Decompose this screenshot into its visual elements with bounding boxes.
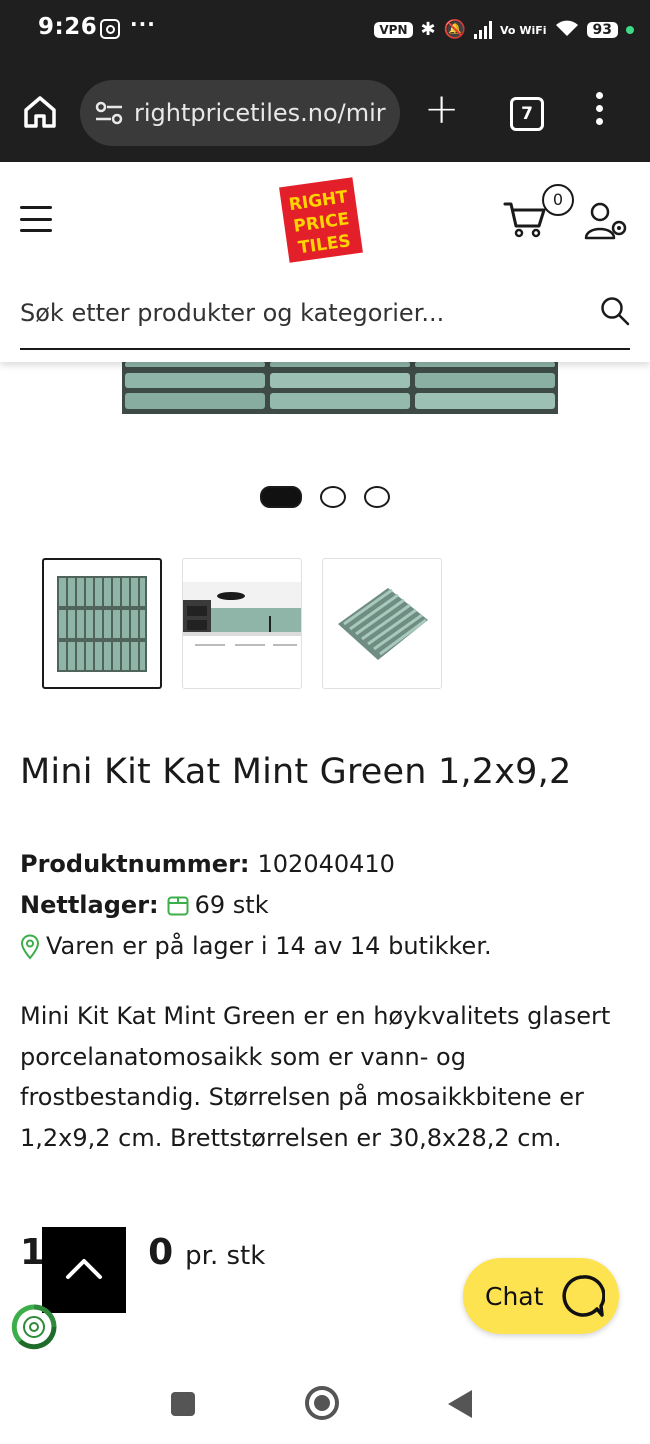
slider-dot-1[interactable] [260, 486, 302, 508]
browser-toolbar: rightpricetiles.no/mir + 7 [0, 60, 650, 162]
price-unit: pr. stk [185, 1241, 266, 1271]
product-number-value: 102040410 [257, 850, 395, 878]
product-main-image [122, 362, 558, 414]
thumbnail-angled-image [338, 587, 428, 660]
product-number-row: Produktnummer: 102040410 [20, 844, 492, 885]
product-meta: Produktnummer: 102040410 Nettlager: 69 s… [20, 844, 492, 967]
recycle-badge-icon[interactable] [10, 1303, 58, 1351]
status-more: ··· [130, 12, 156, 36]
chevron-up-icon [66, 1259, 102, 1279]
back-button[interactable] [448, 1390, 472, 1418]
url-text: rightpricetiles.no/mir [134, 99, 386, 127]
slider-dot-2[interactable] [320, 486, 346, 508]
stock-row: Nettlager: 69 stk [20, 885, 492, 926]
instagram-icon [100, 19, 120, 39]
box-icon [167, 896, 189, 915]
stock-value: 69 stk [194, 891, 269, 919]
battery-level: 93 [586, 22, 618, 38]
cart-count-badge[interactable]: 0 [542, 184, 574, 216]
status-time: 9:26 [38, 14, 98, 40]
chat-bubble-icon [562, 1275, 605, 1317]
bluetooth-icon: ✱ [420, 19, 436, 40]
status-indicators: VPN ✱ 🔕 Vo WiFi 93 [374, 16, 634, 44]
site-header: RIGHT PRICE TILES 0 [0, 162, 650, 362]
slider-pagination [0, 486, 650, 508]
product-title: Mini Kit Kat Mint Green 1,2x9,2 [20, 752, 572, 792]
wifi-icon [555, 19, 579, 42]
product-number-label: Produktnummer: [20, 850, 250, 878]
home-icon[interactable] [22, 94, 58, 130]
muted-bell-icon: 🔕 [443, 19, 467, 40]
new-tab-button[interactable]: + [424, 88, 459, 130]
search-icon[interactable] [600, 296, 630, 326]
thumbnail-kitchen-image [183, 581, 301, 666]
privacy-dot-icon [626, 26, 634, 34]
thumbnail-mosaic-sheet[interactable] [42, 558, 162, 689]
cart-icon[interactable] [503, 198, 547, 238]
browser-menu-button[interactable] [596, 92, 603, 125]
site-logo[interactable]: RIGHT PRICE TILES [277, 175, 365, 265]
vpn-badge: VPN [374, 22, 413, 38]
thumbnail-kitchen-scene[interactable] [182, 558, 302, 689]
store-availability-row[interactable]: Varen er på lager i 14 av 14 butikker. [20, 926, 492, 967]
hamburger-menu-icon[interactable] [20, 206, 52, 232]
location-pin-icon [20, 934, 40, 960]
chat-label: Chat [485, 1281, 544, 1311]
system-navigation-bar [0, 1364, 650, 1444]
site-settings-icon[interactable] [94, 101, 124, 125]
slider-dot-3[interactable] [364, 486, 390, 508]
address-bar[interactable]: rightpricetiles.no/mir [80, 80, 400, 146]
chat-button[interactable]: Chat [463, 1258, 619, 1334]
thumbnail-mosaic-image [57, 575, 147, 672]
home-button[interactable] [305, 1386, 339, 1420]
product-image-slider[interactable] [0, 362, 650, 542]
stock-label: Nettlager: [20, 891, 159, 919]
tab-switcher-button[interactable]: 7 [510, 97, 544, 131]
recent-apps-button[interactable] [171, 1392, 195, 1416]
signal-icon [474, 21, 493, 39]
search-bar [20, 284, 630, 350]
vowifi-label: Vo WiFi [500, 23, 547, 37]
status-bar: 9:26 ··· VPN ✱ 🔕 Vo WiFi 93 [0, 0, 650, 60]
scroll-to-top-button[interactable] [42, 1227, 126, 1313]
account-settings-icon[interactable] [583, 200, 629, 240]
thumbnail-angled-sheet[interactable] [322, 558, 442, 689]
product-description: Mini Kit Kat Mint Green er en høykvalite… [20, 1002, 611, 1152]
store-availability-text: Varen er på lager i 14 av 14 butikker. [46, 932, 492, 960]
search-input[interactable] [20, 290, 580, 336]
thumbnail-strip [42, 558, 442, 689]
price-end: 0 [148, 1232, 174, 1273]
